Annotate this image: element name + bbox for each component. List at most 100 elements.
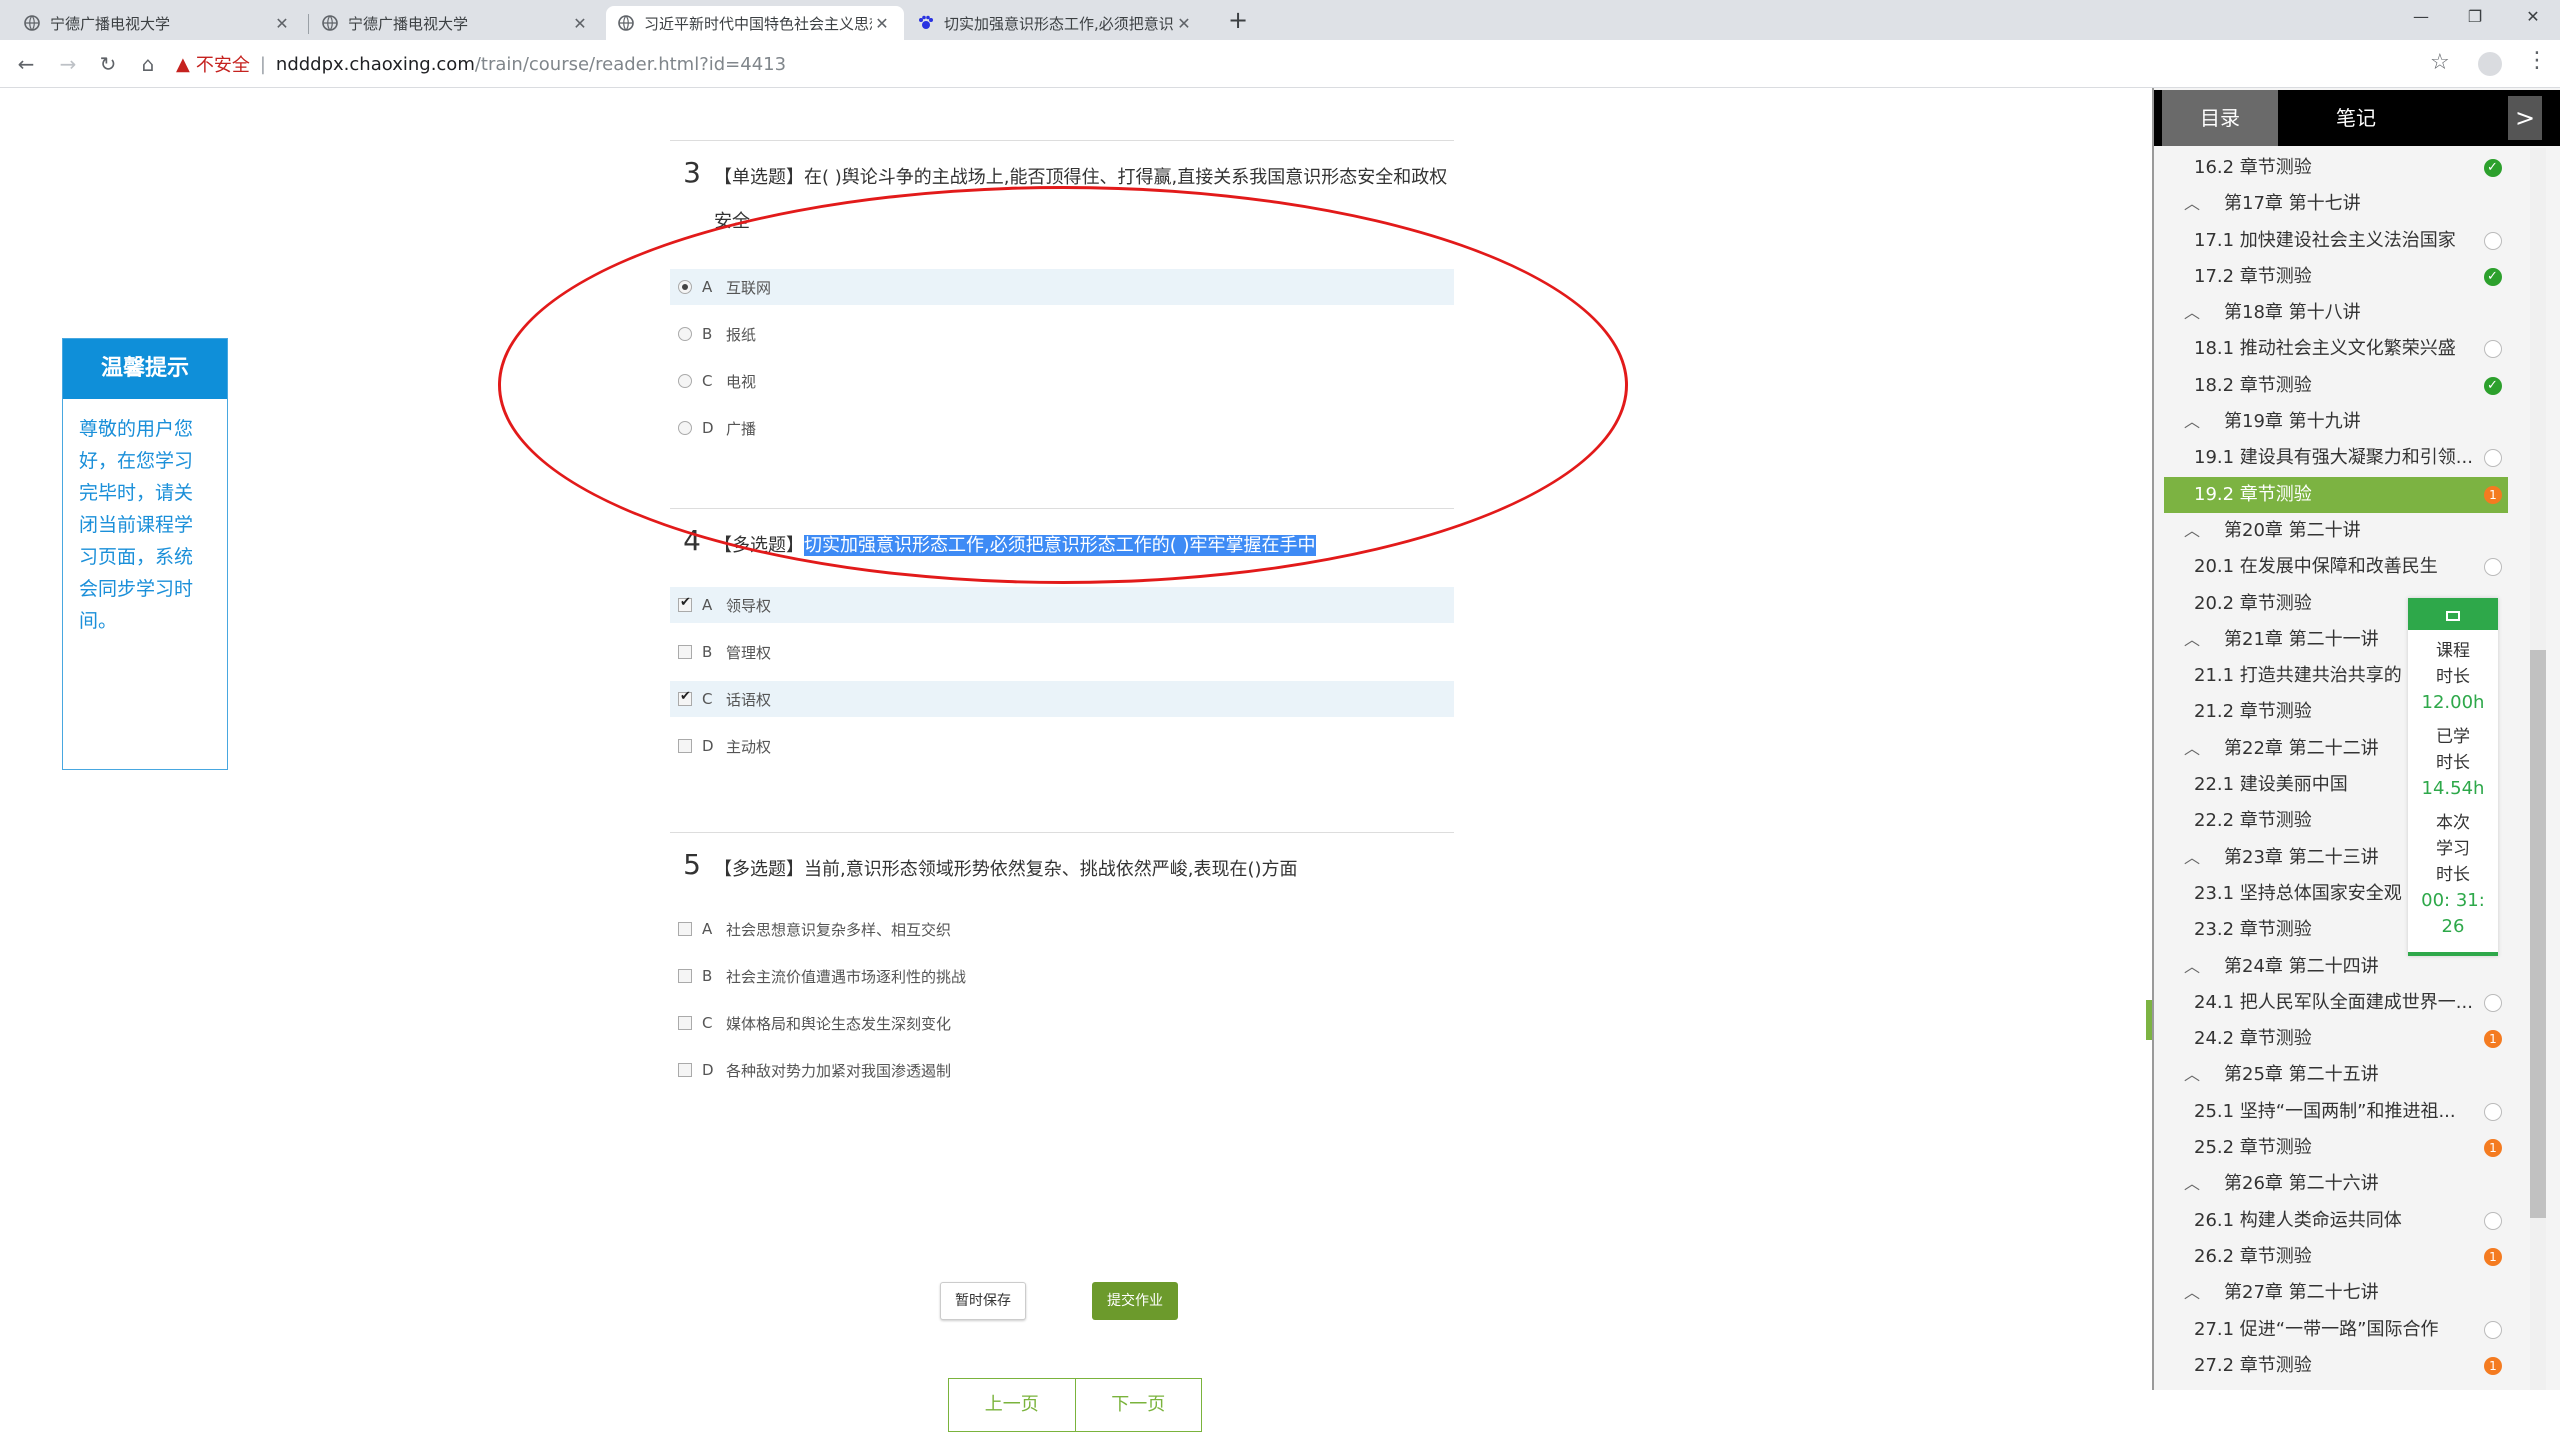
question-text: 【单选题】在( )舆论斗争的主战场上,能否顶得住、打得赢,直接关系我国意识形态安… [714,167,1448,232]
prev-page-button[interactable]: 上一页 [949,1379,1076,1431]
unstarted-icon [2484,1102,2502,1121]
radio-button[interactable] [678,280,692,294]
radio-button[interactable] [678,327,692,341]
minimize-icon[interactable] [2446,611,2460,621]
chevron-up-icon[interactable]: ︿ [2184,731,2200,767]
tab-1[interactable]: 宁德广播电视大学 ✕ [12,6,304,40]
toc-section[interactable]: 16.2 章节测验 [2164,150,2508,186]
toc-chapter[interactable]: ︿ 第18章 第十八讲 [2164,295,2508,331]
toc-chapter[interactable]: ︿ 第25章 第二十五讲 [2164,1057,2508,1093]
toc-section[interactable]: 27.1 促进“一带一路”国际合作 [2164,1312,2508,1348]
tab-3-active[interactable]: 习近平新时代中国特色社会主义思想概论 ✕ [606,6,904,40]
restore-icon[interactable]: ❐ [2452,0,2498,34]
toc-section[interactable]: 25.2 章节测验 1 [2164,1130,2508,1166]
reload-icon[interactable]: ↻ [94,50,122,78]
chevron-up-icon[interactable]: ︿ [2184,404,2200,440]
close-icon[interactable]: ✕ [570,14,590,33]
option-b[interactable]: B 报纸 [670,316,1454,352]
checkbox[interactable] [678,922,692,936]
close-icon[interactable]: ✕ [272,14,292,33]
close-icon[interactable]: ✕ [872,14,892,33]
checkbox[interactable] [678,645,692,659]
toc-section[interactable]: 18.1 推动社会主义文化繁荣兴盛 [2164,331,2508,367]
toc-chapter[interactable]: ︿ 第26章 第二十六讲 [2164,1166,2508,1202]
save-button[interactable]: 暂时保存 [940,1282,1026,1320]
insecure-label: 不安全 [195,55,250,76]
chevron-up-icon[interactable]: ︿ [2184,513,2200,549]
toc-section[interactable]: 26.2 章节测验 1 [2164,1239,2508,1275]
option-d[interactable]: D 主动权 [670,728,1454,764]
completed-icon [2484,368,2502,404]
radio-button[interactable] [678,421,692,435]
checkbox[interactable] [678,689,692,706]
toc-section[interactable]: 17.2 章节测验 [2164,259,2508,295]
address-bar[interactable]: ▲ 不安全 | ndddpx.chaoxing.com/train/course… [176,46,2440,82]
bookmark-star-icon[interactable]: ☆ [2430,50,2450,75]
toc-section[interactable]: 19.1 建设具有强大凝聚力和引领... [2164,440,2508,476]
option-a[interactable]: A 互联网 [670,269,1454,305]
checkbox[interactable] [678,1063,692,1077]
menu-icon[interactable]: ⋮ [2526,48,2548,73]
option-c[interactable]: C 媒体格局和舆论生态发生深刻变化 [670,1005,1454,1041]
minimize-icon[interactable]: — [2398,0,2444,34]
scrollbar-thumb[interactable] [2530,650,2546,1218]
option-b[interactable]: B 管理权 [670,634,1454,670]
chevron-up-icon[interactable]: ︿ [2184,1166,2200,1202]
chevron-up-icon[interactable]: ︿ [2184,1057,2200,1093]
option-b[interactable]: B 社会主流价值遭遇市场逐利性的挑战 [670,958,1454,994]
question-4: 4 【多选题】切实加强意识形态工作,必须把意识形态工作的( )牢牢掌握在手中 A… [670,524,1454,764]
chevron-up-icon[interactable]: ︿ [2184,1275,2200,1311]
toc-chapter[interactable]: ︿ 第20章 第二十讲 [2164,513,2508,549]
paw-icon [918,15,934,31]
question-3: 3 【单选题】在( )舆论斗争的主战场上,能否顶得住、打得赢,直接关系我国意识形… [670,156,1454,446]
globe-icon [24,15,40,31]
toc-section[interactable]: 24.1 把人民军队全面建成世界一... [2164,985,2508,1021]
toc-section[interactable]: 18.2 章节测验 [2164,368,2508,404]
toc-section[interactable]: 17.1 加快建设社会主义法治国家 [2164,223,2508,259]
toc-section[interactable]: 20.1 在发展中保障和改善民生 [2164,549,2508,585]
option-c[interactable]: C 电视 [670,363,1454,399]
option-d[interactable]: D 广播 [670,410,1454,446]
option-a[interactable]: A 社会思想意识复杂多样、相互交织 [670,911,1454,947]
toc-chapter[interactable]: ︿ 第27章 第二十七讲 [2164,1275,2508,1311]
tab-4[interactable]: 切实加强意识形态工作,必须把意识形态工作 ✕ [906,6,1206,40]
chevron-up-icon[interactable]: ︿ [2184,622,2200,658]
option-d[interactable]: D 各种敌对势力加紧对我国渗透遏制 [670,1052,1454,1088]
chevron-up-icon[interactable]: ︿ [2184,186,2200,222]
forward-icon[interactable]: → [54,50,82,78]
tip-box: 温馨提示 尊敬的用户您好，在您学习完毕时，请关闭当前课程学习页面，系统会同步学习… [62,338,228,770]
toc-section[interactable]: 27.2 章节测验 1 [2164,1348,2508,1384]
checkbox[interactable] [678,595,692,612]
tip-body: 尊敬的用户您好，在您学习完毕时，请关闭当前课程学习页面，系统会同步学习时间。 [79,418,194,632]
toc-section[interactable]: 25.1 坚持“一国两制”和推进祖... [2164,1094,2508,1130]
chevron-up-icon[interactable]: ︿ [2184,949,2200,985]
next-page-button[interactable]: 下一页 [1076,1379,1202,1431]
back-icon[interactable]: ← [12,50,40,78]
checkbox[interactable] [678,969,692,983]
close-icon[interactable]: ✕ [1174,14,1194,33]
new-tab-button[interactable]: + [1224,6,1252,34]
profile-avatar[interactable] [2478,52,2502,76]
toc-chapter[interactable]: ︿ 第17章 第十七讲 [2164,186,2508,222]
checkbox[interactable] [678,1016,692,1030]
question-text: 【多选题】当前,意识形态领域形势依然复杂、挑战依然严峻,表现在()方面 [714,859,1298,880]
toc-section[interactable]: 19.2 章节测验 1 [2164,476,2508,513]
window-close-icon[interactable]: ✕ [2510,0,2556,34]
tab-notes[interactable]: 笔记 [2304,90,2408,146]
toc-chapter[interactable]: ︿ 第19章 第十九讲 [2164,404,2508,440]
unstarted-icon [2484,231,2502,250]
home-icon[interactable]: ⌂ [134,50,162,78]
toc-section[interactable]: 24.2 章节测验 1 [2164,1021,2508,1057]
radio-button[interactable] [678,374,692,388]
toc-section[interactable]: 26.1 构建人类命运共同体 [2164,1203,2508,1239]
chevron-up-icon[interactable]: ︿ [2184,840,2200,876]
tab-2[interactable]: 宁德广播电视大学 ✕ [310,6,602,40]
tab-toc[interactable]: 目录 [2162,90,2278,146]
option-a[interactable]: A领导权 [670,587,1454,623]
submit-button[interactable]: 提交作业 [1092,1282,1178,1320]
unstarted-icon [2484,340,2502,359]
chevron-right-icon[interactable]: > [2508,96,2542,140]
option-c[interactable]: C话语权 [670,681,1454,717]
checkbox[interactable] [678,739,692,753]
chevron-up-icon[interactable]: ︿ [2184,295,2200,331]
